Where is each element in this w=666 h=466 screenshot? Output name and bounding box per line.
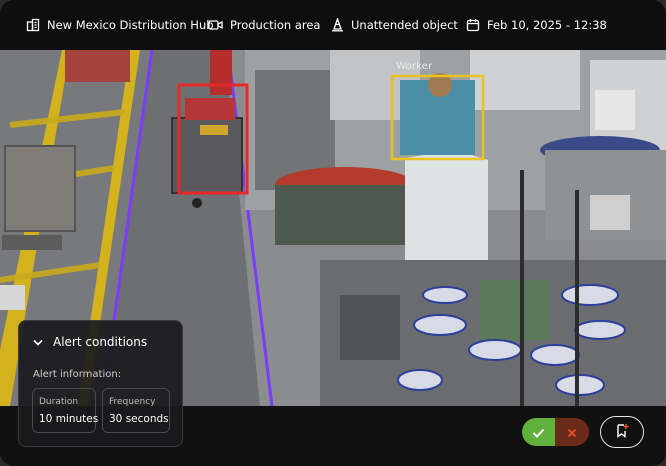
duration-value: 10 minutes [39,413,99,425]
area-name: Production area [230,18,321,32]
bookmark-add-icon [615,423,629,442]
bookmark-alert-button[interactable] [600,416,644,448]
location-info: New Mexico Distribution Hub [26,0,214,50]
duration-chip: Duration 10 minutes [32,388,99,433]
alert-type-info: Unattended object [331,0,458,50]
alert-conditions-panel: Alert conditions Alert information: Dura… [18,320,183,447]
duration-title: Duration [39,397,79,407]
confirm-alert-button[interactable] [522,418,555,446]
reject-alert-button[interactable] [555,418,589,446]
calendar-icon [466,18,480,32]
alert-type: Unattended object [351,18,458,32]
frequency-title: Frequency [109,397,156,407]
building-icon [26,18,40,32]
camera-icon [208,19,223,31]
alert-information-label: Alert information: [33,369,122,380]
frequency-value: 30 seconds [109,413,169,425]
close-icon [567,423,577,442]
alert-header-bar: New Mexico Distribution Hub Production a… [0,0,666,50]
alert-datetime: Feb 10, 2025 - 12:38 [487,18,607,32]
location-name: New Mexico Distribution Hub [47,18,214,32]
alert-viewer: New Mexico Distribution Hub Production a… [0,0,666,466]
chevron-down-icon [33,335,43,349]
cone-icon [331,18,344,32]
worker-detection-label: Worker [396,61,433,72]
area-info: Production area [208,0,320,50]
frequency-chip: Frequency 30 seconds [102,388,170,433]
alert-review-toggle [522,418,589,446]
alert-conditions-toggle[interactable]: Alert conditions [33,335,147,349]
alert-conditions-title: Alert conditions [53,335,148,349]
checkmark-icon [532,423,545,442]
datetime-info: Feb 10, 2025 - 12:38 [466,0,607,50]
